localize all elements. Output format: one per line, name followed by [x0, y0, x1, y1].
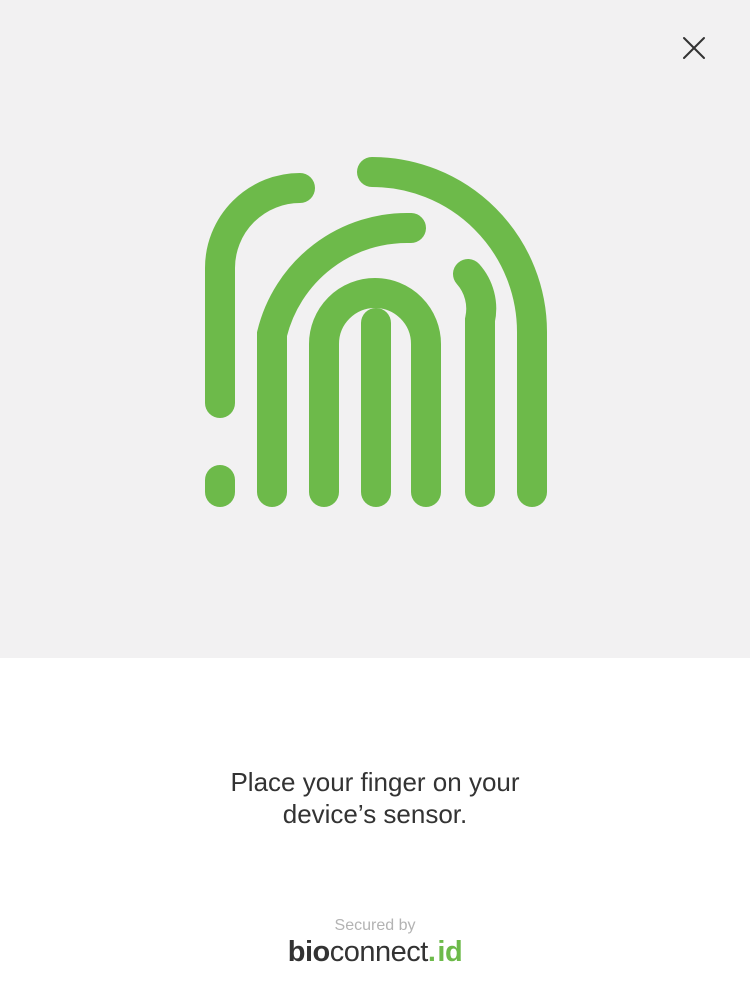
instruction-line-1: Place your finger on your: [230, 767, 520, 797]
brand-light-text: connect: [329, 936, 429, 968]
brand-logo: bioconnect.id: [0, 936, 750, 969]
instruction-text: Place your finger on your device’s senso…: [0, 766, 750, 830]
fingerprint-panel: [0, 0, 750, 658]
instruction-line-2: device’s sensor.: [282, 799, 468, 829]
brand-bold-text: bio: [287, 936, 331, 968]
brand-dot: .: [427, 936, 436, 968]
close-icon: [683, 37, 705, 59]
close-button[interactable]: [672, 26, 716, 70]
fingerprint-icon: [205, 157, 547, 507]
secured-by-label: Secured by: [334, 917, 416, 934]
brand-tld-text: id: [437, 936, 463, 968]
